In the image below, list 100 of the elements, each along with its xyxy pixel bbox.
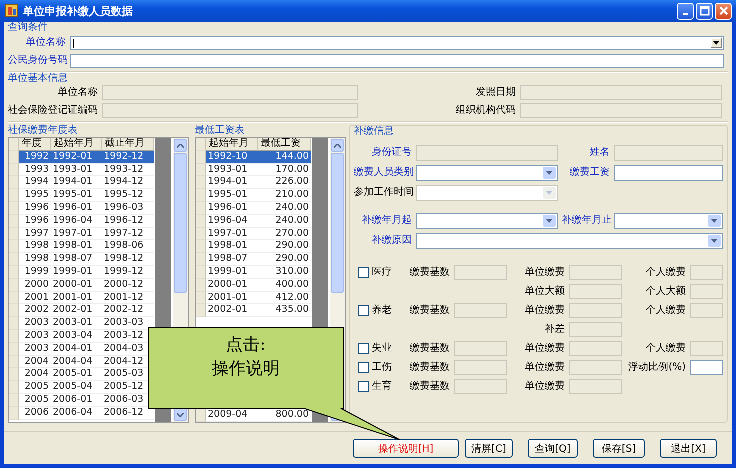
row-header[interactable] bbox=[9, 240, 19, 254]
row-header[interactable] bbox=[9, 342, 19, 356]
table-row[interactable]: 1997 1997-01 1997-12 bbox=[9, 228, 156, 240]
action-button[interactable]: 保存[S] bbox=[593, 439, 645, 458]
maximize-button[interactable] bbox=[696, 2, 713, 20]
checkbox[interactable] bbox=[358, 343, 369, 354]
row-header[interactable] bbox=[196, 409, 206, 422]
table-row[interactable]: 1999 1999-01 1999-12 bbox=[9, 266, 156, 279]
checkbox[interactable] bbox=[358, 381, 369, 392]
dropdown-field[interactable] bbox=[70, 36, 724, 50]
table-row[interactable]: 2001-01 412.00 bbox=[196, 292, 313, 304]
table-row[interactable]: 2000 2000-01 2000-12 bbox=[9, 278, 156, 292]
minimize-button[interactable] bbox=[677, 2, 694, 20]
row-header[interactable] bbox=[9, 304, 19, 318]
column-header[interactable]: 截止年月 bbox=[102, 138, 154, 151]
maximize-icon[interactable] bbox=[700, 6, 710, 16]
table-row[interactable]: 1993-01 170.00 bbox=[196, 164, 313, 176]
row-header[interactable] bbox=[9, 406, 19, 420]
checkbox[interactable] bbox=[358, 362, 369, 373]
dropdown-arrow-icon[interactable] bbox=[711, 38, 722, 48]
table-row[interactable]: 1996 1996-01 1996-03 bbox=[9, 202, 156, 215]
row-header[interactable] bbox=[196, 278, 206, 292]
row-header[interactable] bbox=[9, 189, 19, 202]
scroll-up-icon[interactable] bbox=[334, 144, 341, 148]
row-header[interactable] bbox=[9, 394, 19, 407]
table-row[interactable]: 1994-01 226.00 bbox=[196, 176, 313, 190]
scrollbar-thumb[interactable] bbox=[174, 153, 187, 293]
input-field[interactable] bbox=[70, 54, 724, 68]
table-row[interactable]: 1992-10 144.00 bbox=[196, 150, 313, 164]
row-header[interactable] bbox=[9, 164, 19, 176]
table-row[interactable]: 1998-07 290.00 bbox=[196, 253, 313, 266]
table-row[interactable]: 1998-01 290.00 bbox=[196, 240, 313, 254]
checkbox[interactable] bbox=[358, 305, 369, 316]
row-header[interactable] bbox=[196, 214, 206, 228]
row-header[interactable] bbox=[9, 278, 19, 292]
table-row[interactable]: 1996-01 240.00 bbox=[196, 202, 313, 215]
group-title: 最低工资表 bbox=[195, 125, 246, 136]
dropdown-field[interactable] bbox=[416, 213, 558, 229]
column-header[interactable]: 起始年月 bbox=[51, 138, 102, 151]
close-button[interactable] bbox=[715, 2, 732, 20]
row-header[interactable] bbox=[9, 228, 19, 240]
row-header[interactable] bbox=[9, 368, 19, 382]
table-row[interactable]: 1995-01 210.00 bbox=[196, 189, 313, 202]
table-row[interactable]: 1995 1995-01 1995-12 bbox=[9, 189, 156, 202]
table-cell: 1993-01 bbox=[51, 164, 102, 176]
table-row[interactable]: 1998 1998-07 1998-12 bbox=[9, 253, 156, 266]
row-header[interactable] bbox=[9, 330, 19, 343]
table-row[interactable]: 1996 1996-04 1996-12 bbox=[9, 214, 156, 228]
row-header[interactable] bbox=[196, 240, 206, 254]
row-header[interactable] bbox=[9, 253, 19, 266]
row-header[interactable] bbox=[196, 150, 206, 164]
scroll-up-icon[interactable] bbox=[177, 144, 184, 148]
checkbox[interactable] bbox=[358, 267, 369, 278]
table-row[interactable]: 1993 1993-01 1993-12 bbox=[9, 164, 156, 176]
row-header[interactable] bbox=[196, 189, 206, 202]
row-header[interactable] bbox=[9, 266, 19, 279]
table-row[interactable]: 1996-04 240.00 bbox=[196, 214, 313, 228]
action-button[interactable]: 退出[X] bbox=[660, 439, 717, 458]
table-row[interactable]: 2001 2001-01 2001-12 bbox=[9, 292, 156, 304]
column-header[interactable]: 最低工资 bbox=[258, 138, 311, 151]
row-header[interactable] bbox=[196, 253, 206, 266]
row-header[interactable] bbox=[9, 176, 19, 190]
row-header[interactable] bbox=[9, 356, 19, 368]
row-header[interactable] bbox=[9, 292, 19, 304]
column-header[interactable]: 起始年月 bbox=[206, 138, 258, 151]
action-button[interactable]: 查询[Q] bbox=[528, 439, 578, 458]
row-header[interactable] bbox=[196, 304, 206, 318]
table-row[interactable]: 2006 2006-04 2006-12 bbox=[9, 406, 156, 420]
table-row[interactable]: 1994 1994-01 1994-12 bbox=[9, 176, 156, 190]
dropdown-field[interactable] bbox=[614, 213, 723, 229]
row-header[interactable] bbox=[9, 150, 19, 164]
row-header[interactable] bbox=[196, 266, 206, 279]
scroll-down-icon[interactable] bbox=[177, 412, 184, 416]
row-header[interactable] bbox=[9, 214, 19, 228]
action-button[interactable]: 清屏[C] bbox=[465, 439, 513, 458]
action-button[interactable]: 操作说明[H] bbox=[353, 439, 459, 458]
table-row[interactable]: 1992 1992-01 1992-12 bbox=[9, 150, 156, 164]
row-header[interactable] bbox=[9, 317, 19, 330]
dropdown-field[interactable] bbox=[416, 165, 558, 181]
table-row[interactable]: 1998 1998-01 1998-06 bbox=[9, 240, 156, 254]
row-header[interactable] bbox=[9, 202, 19, 215]
table-row[interactable]: 2002-01 435.00 bbox=[196, 304, 313, 318]
table-row[interactable]: 1997-01 270.00 bbox=[196, 228, 313, 240]
row-header[interactable] bbox=[196, 176, 206, 190]
row-header[interactable] bbox=[196, 164, 206, 176]
table-cell: 1994-01 bbox=[206, 176, 258, 190]
input-field[interactable] bbox=[690, 360, 723, 375]
table-row[interactable]: 2002 2002-01 2002-12 bbox=[9, 304, 156, 318]
table-row[interactable]: 1999-01 310.00 bbox=[196, 266, 313, 279]
dropdown-field[interactable] bbox=[416, 233, 723, 249]
row-header[interactable] bbox=[9, 381, 19, 394]
table-row[interactable]: 2003 2003-01 2003-03 bbox=[9, 317, 156, 330]
row-header[interactable] bbox=[196, 202, 206, 215]
row-header[interactable] bbox=[196, 228, 206, 240]
table-row[interactable]: 2000-01 400.00 bbox=[196, 278, 313, 292]
input-field[interactable] bbox=[614, 165, 723, 181]
row-header[interactable] bbox=[196, 292, 206, 304]
scrollbar-thumb[interactable] bbox=[331, 153, 344, 293]
close-icon[interactable] bbox=[718, 6, 728, 16]
table-cell: 2006-04 bbox=[51, 406, 102, 420]
